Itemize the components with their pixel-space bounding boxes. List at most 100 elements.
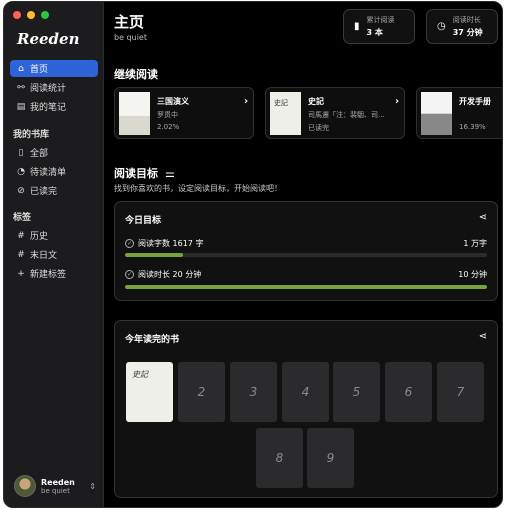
book-cover: 史記	[270, 92, 301, 135]
share-icon[interactable]: ⋖	[479, 212, 487, 223]
sidebar-item-new-tag[interactable]: + 新建标签	[10, 265, 98, 282]
book-cover	[421, 92, 452, 135]
app-logo: Reeden	[17, 30, 80, 48]
book-title: 史記	[308, 97, 324, 106]
book-cover	[119, 92, 150, 135]
sidebar-item-finished[interactable]: ⊘ 已读完	[10, 182, 98, 199]
progress-bar-words	[125, 253, 487, 257]
panel-title: 今日目标	[125, 216, 162, 226]
finished-book-slot[interactable]: 7	[437, 362, 484, 422]
chevron-updown-icon: ⇕	[89, 481, 96, 491]
sidebar-item-label: 全部	[30, 149, 49, 159]
page-subtitle: be quiet	[114, 33, 147, 42]
share-icon[interactable]: ⋖	[479, 331, 487, 342]
panel-title: 今年读完的书	[125, 335, 180, 345]
sidebar-item-tag-history[interactable]: # 历史	[10, 227, 98, 244]
notes-icon: ▤	[16, 101, 26, 112]
continue-reading-title: 继续阅读	[114, 68, 158, 81]
sidebar-item-label: 阅读统计	[30, 84, 67, 94]
today-goal-panel: 今日目标 ⋖ ✓ 阅读字数 1617 字 1 万字 ✓ 阅读时长 20 分钟 1…	[114, 201, 498, 301]
progress-bar-time	[125, 285, 487, 289]
book-title: 开发手册	[459, 97, 491, 106]
sidebar-item-home[interactable]: ⌂ 首页	[10, 60, 98, 77]
sidebar-item-stats[interactable]: ⚯ 阅读统计	[10, 79, 98, 96]
library-section-title: 我的书库	[13, 130, 50, 140]
sidebar-item-notes[interactable]: ▤ 我的笔记	[10, 98, 98, 115]
goals-title: 阅读目标	[114, 167, 158, 180]
goal-row-words: ✓ 阅读字数 1617 字 1 万字	[125, 237, 487, 249]
book-card[interactable]: 三国演义 罗贯中 2.02% ›	[114, 87, 254, 139]
stat-label: 阅读时长	[452, 16, 481, 24]
book-icon: ▮	[354, 21, 360, 32]
check-circle-icon: ⊘	[17, 185, 25, 196]
book-progress: 已读完	[308, 124, 329, 132]
goal-label: 阅读时长 20 分钟	[138, 269, 202, 279]
finished-books-panel: 今年读完的书 ⋖ 史記 2 3 4 5 6 7 8 9	[114, 320, 498, 498]
sidebar-item-label: 已读完	[30, 187, 58, 197]
user-name: Reeden	[41, 477, 75, 487]
close-window-button[interactable]	[13, 11, 21, 19]
goal-row-time: ✓ 阅读时长 20 分钟 10 分钟	[125, 268, 487, 280]
sidebar-item-tag-doomsday[interactable]: # 末日文	[10, 246, 98, 263]
progress-fill	[125, 253, 183, 257]
finished-book-slot[interactable]: 6	[385, 362, 432, 422]
plus-icon: +	[17, 268, 25, 279]
goal-label: 阅读字数 1617 字	[138, 238, 204, 248]
finished-book-cover[interactable]: 史記	[126, 362, 173, 422]
book-card[interactable]: 史記 史記 司馬遷「注：裴駰、司... 已读完 ›	[265, 87, 405, 139]
sidebar-item-label: 历史	[30, 232, 49, 242]
clock-icon: ◷	[437, 21, 446, 32]
tags-nav: 标签 # 历史 # 末日文 + 新建标签	[10, 210, 98, 284]
goal-target: 1 万字	[463, 238, 487, 248]
book-author: 司馬遷「注：裴駰、司...	[308, 111, 385, 119]
check-circle-icon: ✓	[125, 238, 134, 248]
avatar	[14, 475, 36, 497]
page-title: 主页	[114, 13, 145, 31]
sidebar-item-label: 首页	[30, 65, 49, 75]
book-progress: 2.02%	[157, 123, 180, 131]
sidebar-item-label: 新建标签	[30, 270, 67, 280]
library-nav: 我的书库 ▯ 全部 ◔ 待读清单 ⊘ 已读完	[10, 127, 98, 201]
sidebar-item-to-read[interactable]: ◔ 待读清单	[10, 163, 98, 180]
book-author: 罗贯中	[157, 111, 178, 119]
chevron-right-icon: ›	[244, 96, 249, 107]
clock-icon: ◔	[17, 166, 25, 177]
sidebar-item-label: 我的笔记	[30, 103, 67, 113]
stat-value: 3 本	[366, 28, 383, 37]
finished-book-slot[interactable]: 8	[256, 428, 303, 488]
sidebar-item-label: 末日文	[30, 251, 58, 261]
window-controls	[13, 11, 49, 19]
minimize-window-button[interactable]	[27, 11, 35, 19]
sidebar-item-all[interactable]: ▯ 全部	[10, 144, 98, 161]
main-content: 主页 be quiet ▮ 累计阅读 3 本 ◷ 阅读时长 37 分钟 继续阅读…	[105, 2, 502, 507]
finished-book-slot[interactable]: 4	[282, 362, 329, 422]
finished-book-slot[interactable]: 5	[333, 362, 380, 422]
progress-fill	[125, 285, 487, 289]
stat-value: 37 分钟	[452, 28, 483, 37]
finished-book-slot[interactable]: 2	[178, 362, 225, 422]
goal-target: 10 分钟	[458, 269, 487, 279]
finished-book-slot[interactable]: 3	[230, 362, 277, 422]
zoom-window-button[interactable]	[41, 11, 49, 19]
stat-label: 累计阅读	[366, 16, 395, 24]
sidebar-item-label: 待读清单	[30, 168, 67, 178]
home-icon: ⌂	[18, 63, 24, 74]
sidebar: Reeden ⌂ 首页 ⚯ 阅读统计 ▤ 我的笔记 我的书库 ▯ 全部 ◔ 待读…	[4, 2, 104, 507]
hash-icon: #	[17, 230, 25, 241]
book-progress: 16.39%	[459, 123, 486, 131]
app-window: Reeden ⌂ 首页 ⚯ 阅读统计 ▤ 我的笔记 我的书库 ▯ 全部 ◔ 待读…	[3, 1, 503, 508]
user-menu[interactable]: Reeden be quiet ⇕	[14, 473, 96, 499]
chevron-right-icon: ›	[395, 96, 400, 107]
goals-description: 找到你喜欢的书，设定阅读目标，开始阅读吧！	[114, 184, 282, 193]
user-subtitle: be quiet	[41, 486, 70, 495]
goals-header: 阅读目标 ⚌	[114, 165, 175, 181]
main-nav: ⌂ 首页 ⚯ 阅读统计 ▤ 我的笔记	[10, 60, 98, 117]
stat-total-books[interactable]: ▮ 累计阅读 3 本	[343, 9, 415, 44]
stat-reading-time[interactable]: ◷ 阅读时长 37 分钟	[426, 9, 498, 44]
hash-icon: #	[17, 249, 25, 260]
tags-section-title: 标签	[13, 213, 32, 223]
stats-icon: ⚯	[17, 82, 25, 93]
sliders-icon[interactable]: ⚌	[165, 167, 175, 180]
book-card[interactable]: 开发手册 16.39%	[416, 87, 502, 139]
finished-book-slot[interactable]: 9	[307, 428, 354, 488]
